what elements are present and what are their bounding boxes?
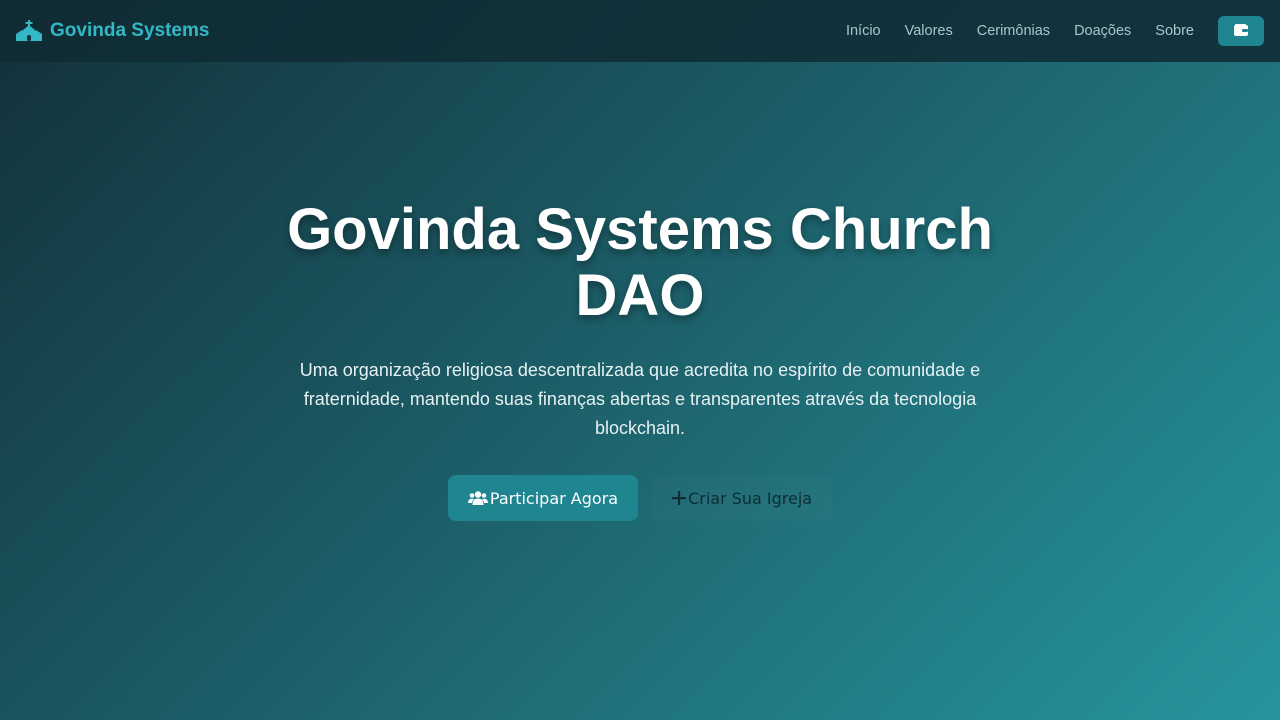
hero-description: Uma organização religiosa descentralizad… xyxy=(299,360,981,438)
wallet-icon xyxy=(1234,23,1248,39)
brand-link[interactable]: Govinda Systems xyxy=(16,20,209,42)
users-icon xyxy=(467,490,488,506)
hero-actions: Participar Agora Criar Sua Igreja xyxy=(0,475,1280,521)
participate-button[interactable]: Participar Agora xyxy=(447,475,639,521)
create-church-button-label: Criar Sua Igreja xyxy=(688,488,813,508)
brand-name: Govinda Systems xyxy=(50,20,210,41)
nav-link-doacoes[interactable]: Doações xyxy=(1074,23,1131,39)
nav-links: Início Valores Cerimônias Doações Sobre xyxy=(822,16,1264,46)
nav-link-cerimonias[interactable]: Cerimônias xyxy=(977,23,1050,39)
church-icon xyxy=(16,20,42,42)
navbar: Govinda Systems Início Valores Cerimônia… xyxy=(0,0,1280,62)
nav-link-valores[interactable]: Valores xyxy=(905,23,953,39)
plus-icon xyxy=(672,491,687,505)
nav-link-sobre[interactable]: Sobre xyxy=(1155,23,1194,39)
participate-button-label: Participar Agora xyxy=(489,488,619,508)
wallet-button[interactable] xyxy=(1218,16,1264,46)
hero-title: Govinda Systems Church DAO xyxy=(287,197,993,328)
hero-section: Govinda Systems Church DAO Uma organizaç… xyxy=(0,62,1280,720)
nav-link-inicio[interactable]: Início xyxy=(846,23,881,39)
create-church-button[interactable]: Criar Sua Igreja xyxy=(652,475,832,521)
